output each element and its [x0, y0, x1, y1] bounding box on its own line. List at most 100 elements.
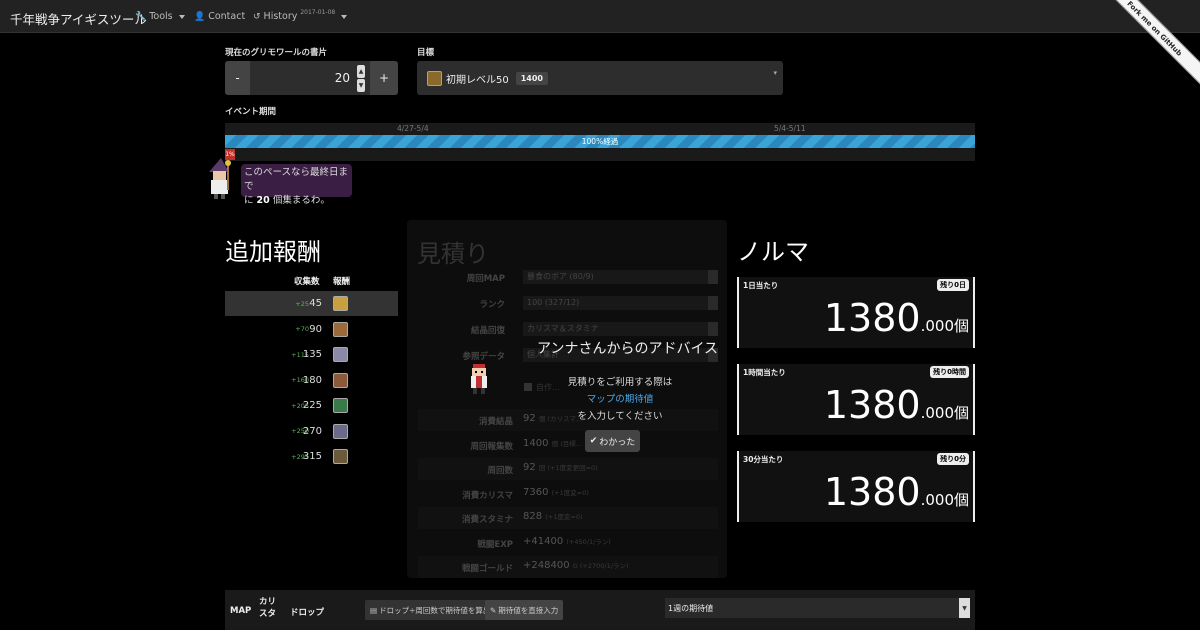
check-icon: ✔ — [589, 436, 598, 446]
estimate-row-sub: G (+2700/1/ラン) — [572, 562, 629, 570]
popover-link[interactable]: マップの期待値 — [520, 391, 720, 405]
estimate-row-number: +248400 — [523, 560, 570, 571]
pencil-icon: ✎ — [490, 605, 497, 615]
quota-box: 1時間当たり 残り0時間 1380.000個 — [737, 364, 975, 435]
estimate-row-label: 戦闘ゴールド — [461, 564, 513, 574]
estimate-title: 見積り — [417, 240, 489, 268]
estimate-field-select[interactable]: カリスマ＆スタミナ — [523, 322, 718, 336]
estimate-row-label: 消費スタミナ — [461, 515, 513, 525]
quota-remaining-badge: 残り0分 — [937, 453, 969, 465]
reward-plus: +70 — [295, 325, 309, 333]
reward-row[interactable]: +250 270 — [225, 419, 398, 444]
popover-title: アンナさんからのアドバイス — [537, 341, 719, 357]
minus-button[interactable]: - — [225, 61, 250, 95]
spin-down-icon[interactable]: ▼ — [357, 78, 365, 92]
chevron-down-icon: ▾ — [773, 69, 777, 77]
goal-label: 目標 — [417, 48, 435, 58]
spinner: ▲ ▼ — [356, 61, 366, 95]
estimate-row-value: 1400 個 (目標... — [523, 438, 582, 449]
direct-input-label: 期待値を直接入力 — [498, 605, 559, 615]
quota-number: 1380 — [823, 470, 921, 514]
rewards-col-reward: 報酬 — [333, 277, 351, 287]
calc-expected-label: ドロップ÷周回数で期待値を算出 — [379, 605, 491, 615]
goal-text: 初期レベル50 — [446, 74, 509, 86]
advice-line1: このペースなら最終日まで — [244, 167, 349, 192]
quota-title: ノルマ — [737, 238, 809, 266]
estimate-row-number: +41400 — [523, 535, 564, 547]
grimoire-input[interactable]: 20 — [250, 61, 356, 95]
chevron-down-icon — [178, 14, 185, 19]
footer-col-map: MAP — [230, 606, 252, 616]
expected-value-select[interactable]: 1週の期待値 ▼ — [665, 598, 970, 618]
estimate-row-sub: (+1度変=0) — [545, 513, 583, 521]
rewards-title: 追加報酬 — [225, 238, 321, 266]
estimate-field-select[interactable]: 暴食のボア (80/9) — [523, 270, 718, 284]
reward-row[interactable]: +25 45 — [225, 291, 398, 316]
estimate-row-number: 828 — [523, 511, 543, 522]
quota-value: 1380.000個 — [824, 297, 969, 347]
quota-box: 30分当たり 残り0分 1380.000個 — [737, 451, 975, 522]
estimate-row-value: +41400 (+450/1/ラン) — [523, 536, 611, 547]
reward-value: 315 — [302, 451, 322, 462]
chevron-down-icon — [708, 270, 718, 284]
estimate-row-sub: (+450/1/ラン) — [566, 537, 611, 546]
reward-unit-icon — [333, 398, 348, 413]
nav-tools[interactable]: 🔧 Tools — [135, 11, 185, 22]
estimate-field-label: 周回MAP — [466, 274, 505, 284]
nav-contact[interactable]: 👤 Contact — [194, 11, 245, 22]
quota-number: 1380 — [823, 296, 921, 340]
brand[interactable]: 千年戦争アイギスツール — [10, 9, 147, 28]
quota-number: 1380 — [823, 383, 921, 427]
reward-unit-icon — [333, 449, 348, 464]
reward-unit-icon — [333, 423, 348, 439]
grimoire-label: 現在のグリモワールの書片 — [225, 48, 328, 58]
estimate-field-select[interactable]: 100 (327/12) — [523, 296, 718, 310]
reward-plus: +25 — [295, 299, 309, 308]
reward-unit-icon — [333, 372, 348, 388]
estimate-row-number: 1400 — [523, 437, 549, 449]
estimate-row-number: 7360 — [523, 486, 549, 498]
estimate-row-number: 92 — [523, 462, 536, 473]
reward-row[interactable]: +115 135 — [225, 342, 398, 367]
reward-row[interactable]: +205 225 — [225, 393, 398, 418]
reward-value: 225 — [302, 400, 322, 411]
advice-count: 20 — [256, 195, 270, 206]
expected-value-text: 1週の期待値 — [668, 603, 714, 613]
reward-row[interactable]: +70 90 — [225, 317, 398, 342]
reward-value: 90 — [309, 323, 322, 335]
calculator-icon: ▤ — [370, 605, 378, 615]
witch-sprite-icon — [209, 158, 231, 199]
anna-sprite-icon — [471, 364, 487, 394]
estimate-field-value: 100 (327/12) — [527, 298, 580, 307]
goal-unit-icon — [427, 70, 442, 86]
reward-row[interactable]: +295 315 — [225, 444, 398, 469]
nav-history[interactable]: ↺ History 2017-01-08 — [253, 9, 348, 22]
goal-select[interactable]: 初期レベル50 1400 ▾ — [417, 61, 783, 95]
quota-label: 30分当たり — [743, 455, 784, 464]
popover-line1: 見積りをご利用する際は — [567, 377, 673, 388]
nav-tools-label: Tools — [149, 11, 173, 22]
nav-contact-label: Contact — [208, 11, 246, 22]
event-progress-text: 100%経過 — [581, 137, 619, 146]
event-period-label: イベント期間 — [225, 107, 277, 117]
estimate-row-sub: 個 (目標... — [551, 439, 582, 448]
estimate-row-value: 92 回 (+1度変更回=0) — [523, 462, 598, 473]
chevron-down-icon — [708, 322, 718, 336]
reward-unit-icon — [333, 296, 348, 311]
ok-button[interactable]: ✔ わかった — [585, 430, 640, 452]
reward-unit-icon — [333, 321, 348, 337]
estimate-field-value: 暴食のボア (80/9) — [527, 272, 594, 281]
reward-row[interactable]: +160 180 — [225, 368, 398, 393]
estimate-row-sub: (+1度変=0) — [551, 488, 589, 497]
calc-expected-button[interactable]: ▤ ドロップ÷周回数で期待値を算出 — [365, 600, 496, 620]
chevron-down-icon — [708, 296, 718, 310]
spin-up-icon[interactable]: ▲ — [357, 64, 365, 78]
user-icon: 👤 — [194, 11, 206, 22]
estimate-field-value: カリスマ＆スタミナ — [527, 324, 599, 333]
estimate-field-label: 結晶回復 — [470, 326, 505, 336]
quota-value: 1380.000個 — [824, 384, 969, 434]
direct-input-button[interactable]: ✎ 期待値を直接入力 — [485, 600, 564, 620]
estimate-row-sub: 回 (+1度変更回=0) — [538, 464, 598, 472]
plus-button[interactable]: + — [370, 61, 398, 95]
reward-value: 270 — [302, 425, 322, 437]
